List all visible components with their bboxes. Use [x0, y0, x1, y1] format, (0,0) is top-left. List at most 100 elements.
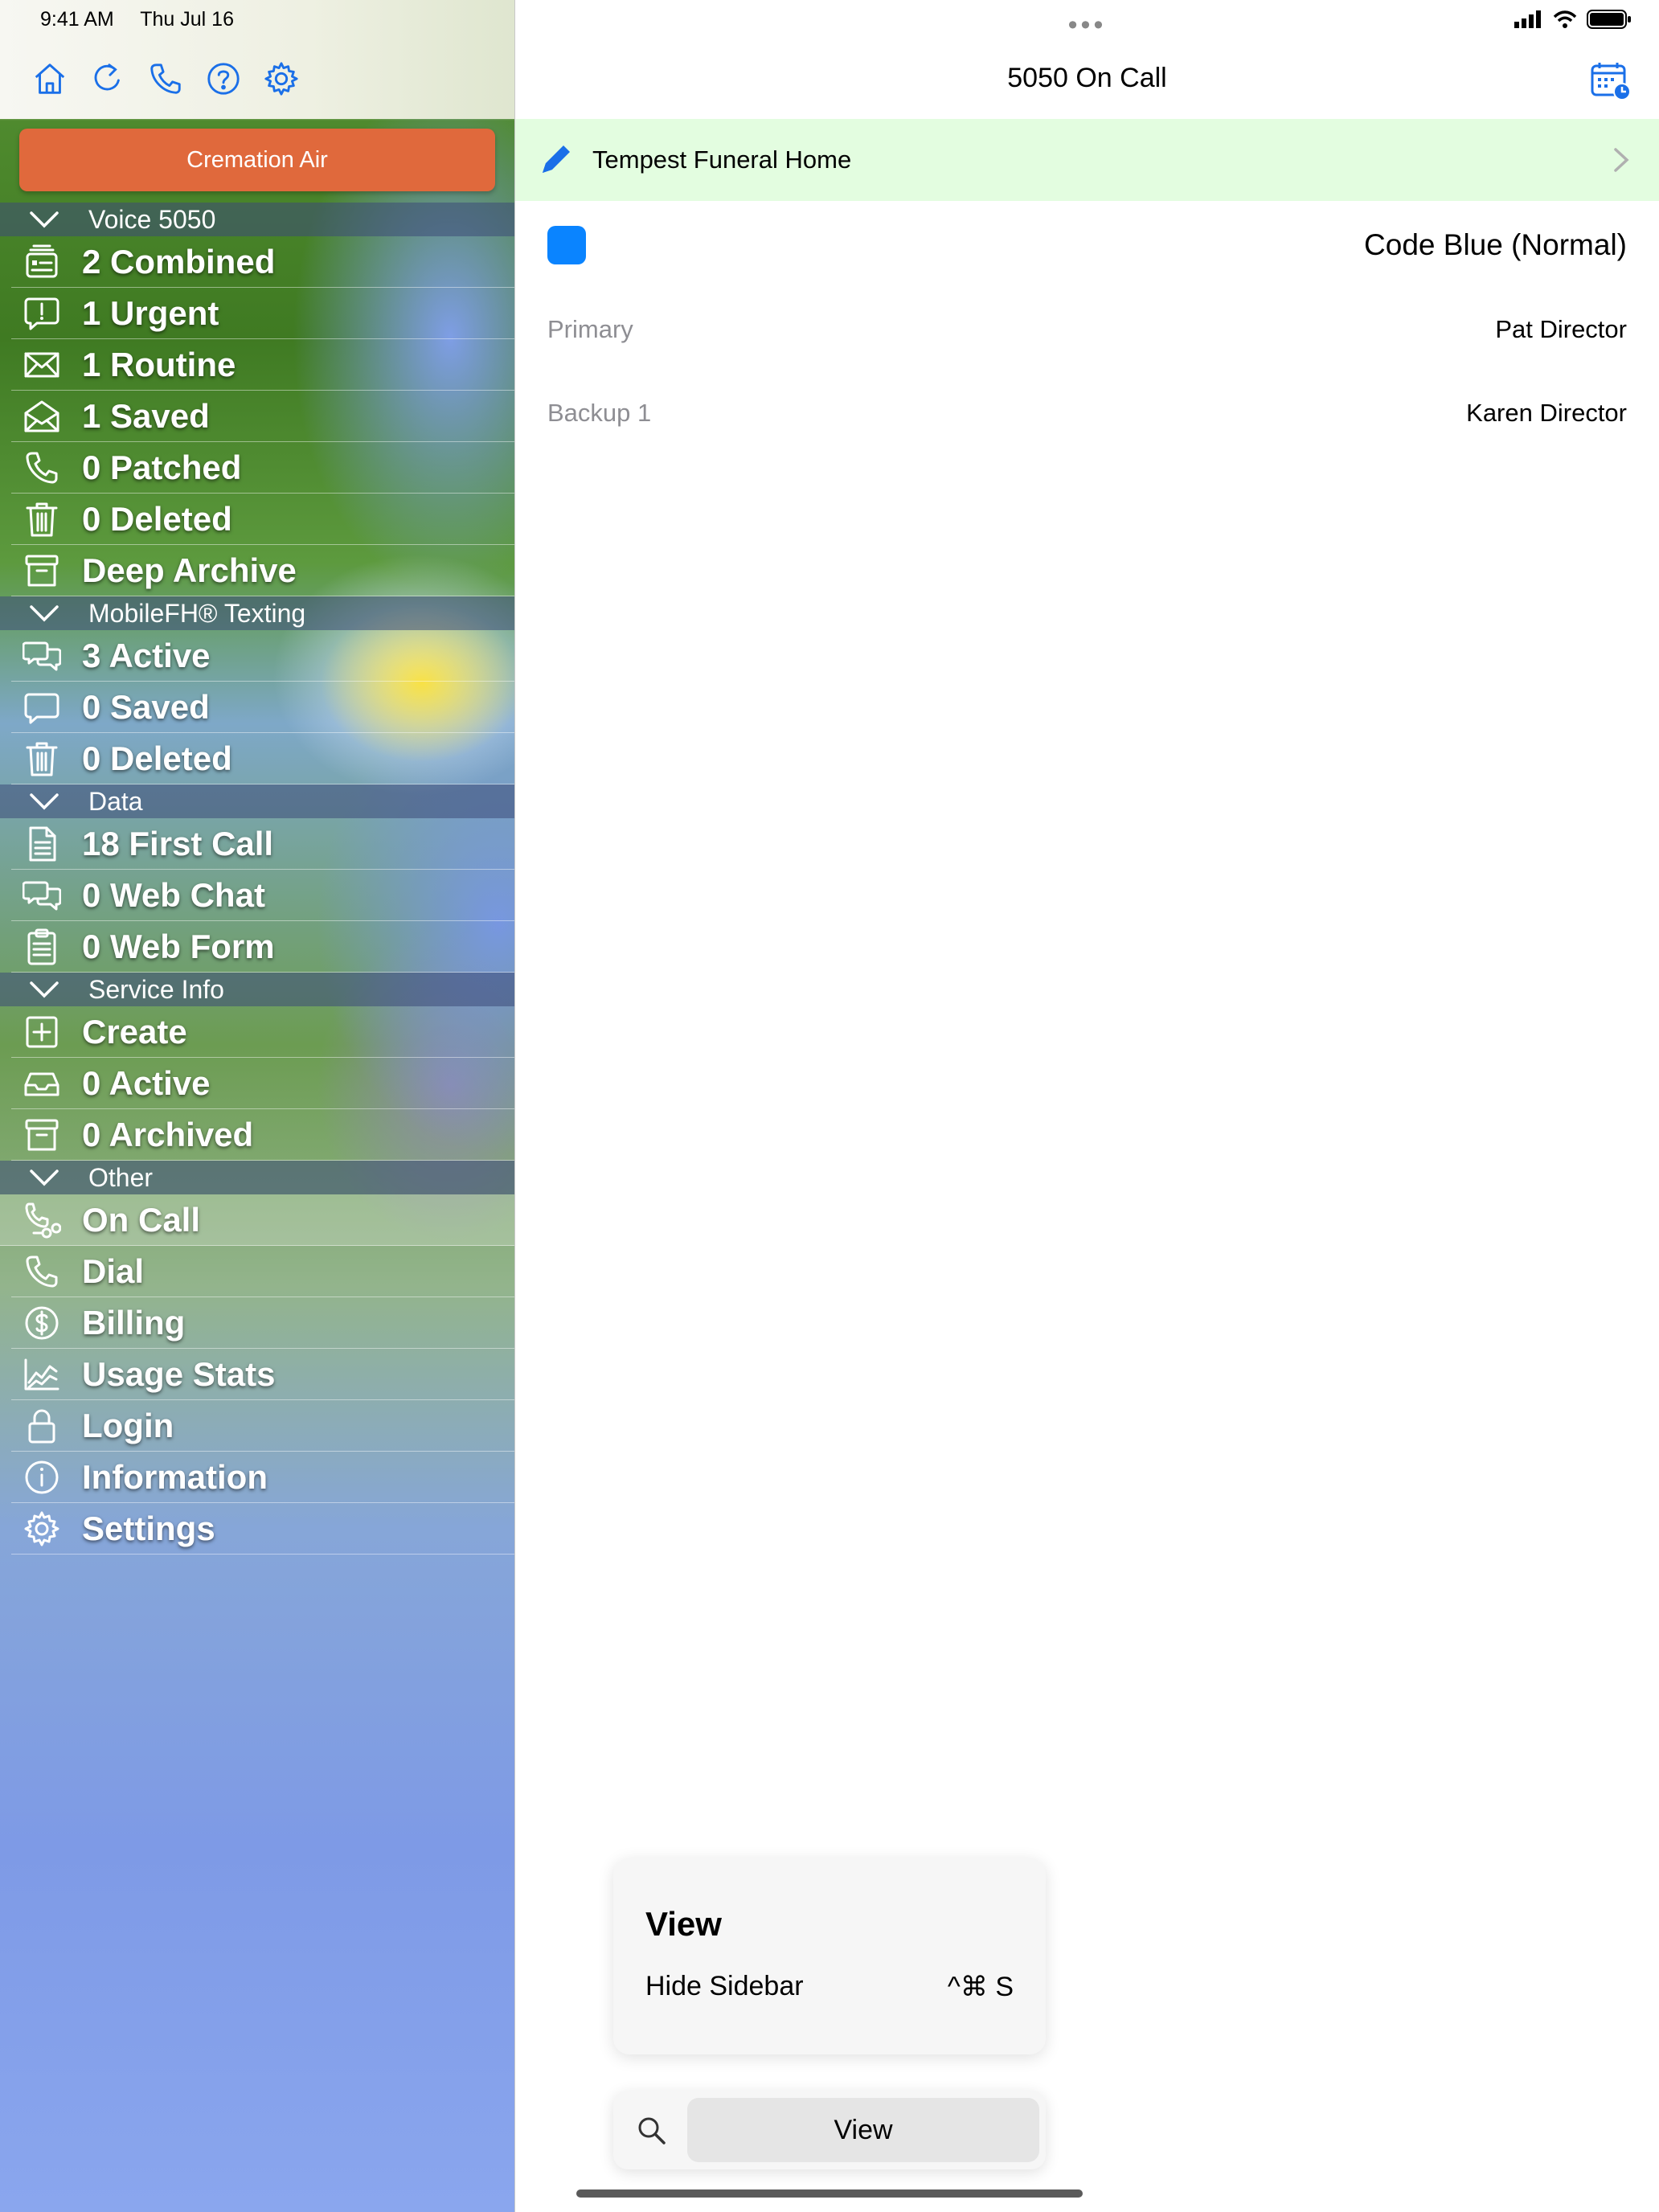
chevron-down-icon	[0, 793, 88, 810]
hide-sidebar-label: Hide Sidebar	[645, 1971, 804, 2001]
envelope-open-icon	[11, 397, 82, 436]
sidebar-item-label: Information	[82, 1457, 268, 1496]
section-header-mobilefh-texting[interactable]: MobileFH® Texting	[0, 596, 514, 630]
home-icon[interactable]	[27, 56, 72, 101]
sidebar-item-label: Create	[82, 1012, 187, 1051]
backup-row: Backup 1 Karen Director	[547, 393, 1627, 433]
primary-label: Primary	[547, 315, 633, 343]
phone-icon	[11, 1252, 82, 1291]
toolbar	[27, 56, 304, 101]
wifi-icon	[1553, 10, 1577, 28]
sidebar-item-label: 0 Web Form	[82, 927, 275, 965]
sidebar-item-2-combined[interactable]: 2 Combined	[11, 236, 514, 288]
status-bar-right	[1514, 10, 1632, 29]
code-color-swatch	[547, 226, 586, 264]
sidebar-item-label: 0 Saved	[82, 687, 210, 726]
sidebar-item-label: 18 First Call	[82, 824, 274, 862]
chat-bubble-icon	[11, 688, 82, 727]
cremation-air-button[interactable]: Cremation Air	[19, 129, 495, 191]
sidebar-item-label: Dial	[82, 1251, 145, 1290]
sidebar-item-18-first-call[interactable]: 18 First Call	[11, 818, 514, 870]
sidebar-item-label: 1 Urgent	[82, 293, 219, 332]
sidebar-item-1-saved[interactable]: 1 Saved	[11, 391, 514, 442]
sidebar-item-label: 1 Saved	[82, 396, 210, 435]
sidebar-item-label: Login	[82, 1406, 174, 1444]
hide-sidebar-shortcut: ^⌘ S	[947, 1972, 1014, 2002]
sidebar-item-label: 0 Active	[82, 1063, 211, 1102]
sidebar: 9:41 AM Thu Jul 16 Cremation Air Voice 5…	[0, 0, 514, 2212]
sidebar-item-0-archived[interactable]: 0 Archived	[11, 1109, 514, 1161]
pencil-icon	[543, 145, 570, 173]
dollar-circle-icon	[11, 1304, 82, 1342]
home-indicator[interactable]	[576, 2189, 1083, 2198]
sidebar-item-1-urgent[interactable]: 1 Urgent	[11, 288, 514, 339]
sidebar-item-dial[interactable]: Dial	[11, 1246, 514, 1297]
sidebar-item-usage-stats[interactable]: Usage Stats	[11, 1349, 514, 1400]
on-call-icon	[11, 1201, 82, 1239]
archive-icon	[11, 551, 82, 590]
funeral-home-name: Tempest Funeral Home	[592, 145, 852, 174]
chevron-down-icon	[0, 211, 88, 228]
sidebar-header: 9:41 AM Thu Jul 16	[0, 0, 514, 119]
sidebar-item-create[interactable]: Create	[11, 1006, 514, 1058]
help-icon[interactable]	[201, 56, 246, 101]
gear-icon	[11, 1509, 82, 1548]
sidebar-item-0-active[interactable]: 0 Active	[11, 1058, 514, 1109]
sidebar-item-0-web-chat[interactable]: 0 Web Chat	[11, 870, 514, 921]
code-label: Code Blue (Normal)	[1364, 228, 1627, 261]
sidebar-item-deep-archive[interactable]: Deep Archive	[11, 545, 514, 596]
hide-sidebar-menu-item[interactable]: Hide Sidebar ^⌘ S	[645, 1971, 1014, 2003]
multitasking-dots[interactable]: •••	[515, 10, 1659, 41]
sidebar-item-billing[interactable]: Billing	[11, 1297, 514, 1349]
section-header-voice-5050[interactable]: Voice 5050	[0, 203, 514, 236]
menu-search-bar: View	[613, 2091, 1046, 2169]
signal-icon	[1514, 10, 1541, 28]
status-bar-left: 9:41 AM Thu Jul 16	[40, 8, 255, 31]
sidebar-item-label: Deep Archive	[82, 551, 297, 589]
sidebar-item-0-deleted[interactable]: 0 Deleted	[11, 733, 514, 784]
sidebar-item-settings[interactable]: Settings	[11, 1503, 514, 1555]
search-icon[interactable]	[636, 2115, 668, 2147]
sidebar-item-label: 3 Active	[82, 636, 211, 674]
sidebar-item-3-active[interactable]: 3 Active	[11, 630, 514, 682]
backup-label: Backup 1	[547, 399, 652, 427]
sidebar-item-0-patched[interactable]: 0 Patched	[11, 442, 514, 494]
sidebar-item-information[interactable]: Information	[11, 1452, 514, 1503]
sidebar-item-0-deleted[interactable]: 0 Deleted	[11, 494, 514, 545]
section-title: Data	[88, 786, 143, 816]
gear-icon[interactable]	[259, 56, 304, 101]
sidebar-item-1-routine[interactable]: 1 Routine	[11, 339, 514, 391]
section-header-other[interactable]: Other	[0, 1161, 514, 1194]
sidebar-item-on-call[interactable]: On Call	[0, 1194, 514, 1246]
section-title: Voice 5050	[88, 204, 216, 234]
status-date: Thu Jul 16	[140, 8, 234, 31]
sidebar-menu: Voice 5050 2 Combined 1 Urgent 1 Routine 1 S…	[0, 203, 514, 1555]
sidebar-item-label: Settings	[82, 1509, 215, 1547]
view-menu-button[interactable]: View	[687, 2098, 1039, 2162]
sidebar-item-login[interactable]: Login	[11, 1400, 514, 1452]
page-title: 5050 On Call	[1007, 63, 1167, 93]
section-title: Service Info	[88, 974, 224, 1004]
funeral-home-row[interactable]: Tempest Funeral Home	[515, 119, 1659, 201]
status-time: 9:41 AM	[40, 8, 114, 31]
popover-title: View	[645, 1905, 722, 1943]
clipboard-icon	[11, 928, 82, 966]
calendar-clock-icon[interactable]	[1590, 61, 1632, 101]
battery-icon	[1587, 10, 1631, 29]
sidebar-item-label: On Call	[82, 1200, 201, 1239]
document-icon	[11, 825, 82, 863]
sidebar-item-0-saved[interactable]: 0 Saved	[11, 682, 514, 733]
chat-bubbles-icon	[11, 637, 82, 675]
sidebar-item-0-web-form[interactable]: 0 Web Form	[11, 921, 514, 973]
envelope-icon	[11, 346, 82, 384]
lock-icon	[11, 1407, 82, 1445]
sidebar-item-label: Billing	[82, 1303, 186, 1342]
section-header-service-info[interactable]: Service Info	[0, 973, 514, 1006]
refresh-icon[interactable]	[85, 56, 130, 101]
phone-icon[interactable]	[143, 56, 188, 101]
chevron-down-icon	[0, 604, 88, 622]
view-menu-label: View	[834, 2114, 893, 2145]
sidebar-item-label: 0 Archived	[82, 1115, 254, 1153]
sidebar-item-label: 0 Deleted	[82, 739, 232, 777]
section-header-data[interactable]: Data	[0, 784, 514, 818]
